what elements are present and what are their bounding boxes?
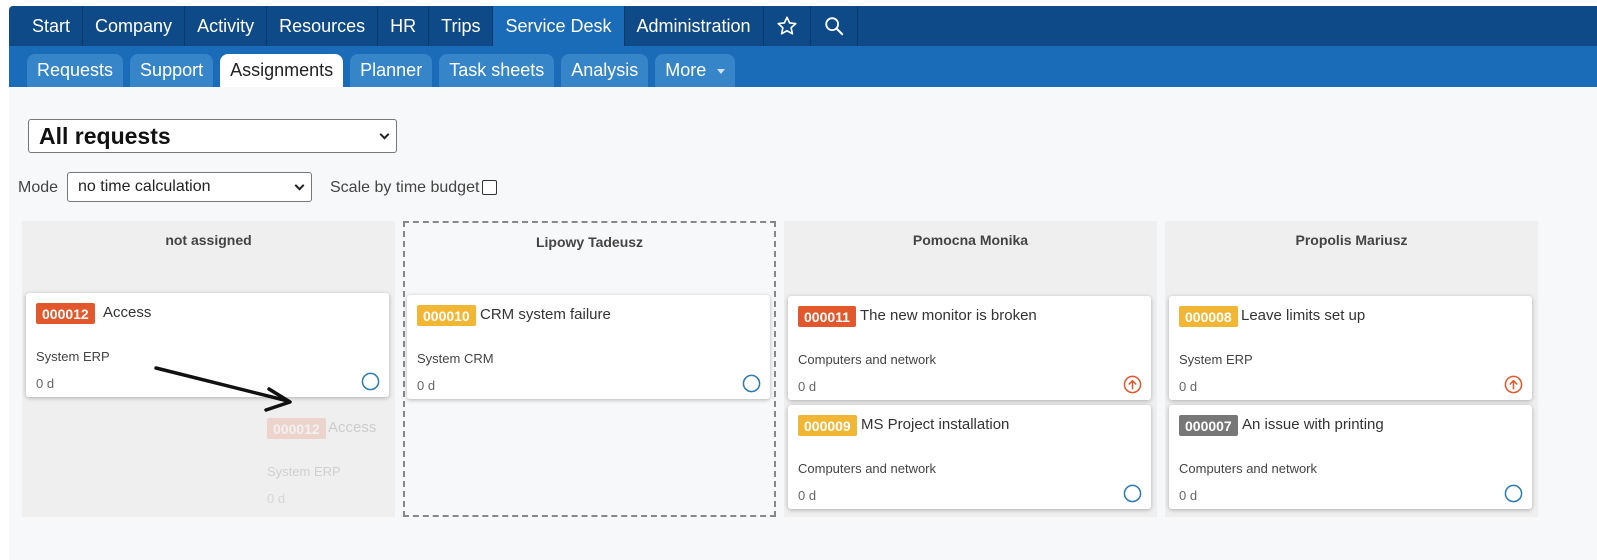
status-circle-icon xyxy=(1123,484,1142,503)
column-header: Lipowy Tadeusz xyxy=(535,234,644,250)
request-card[interactable]: 000007 An issue with printing Computers … xyxy=(1169,405,1532,509)
column-header: Propolis Mariusz xyxy=(1295,232,1408,248)
request-title: Access xyxy=(328,419,377,436)
request-title: Leave limits set up xyxy=(1241,307,1366,324)
request-duration: 0 d xyxy=(267,491,286,506)
request-duration: 0 d xyxy=(798,379,817,394)
tab-support[interactable]: Support xyxy=(130,54,214,87)
nav-trips[interactable]: Trips xyxy=(429,6,494,46)
request-card[interactable]: 000009 MS Project installation Computers… xyxy=(788,405,1151,509)
status-circle-icon xyxy=(742,374,761,393)
request-id-badge: 000009 xyxy=(798,415,857,436)
nav-hr[interactable]: HR xyxy=(378,6,430,46)
request-title: CRM system failure xyxy=(480,306,611,323)
nav-start[interactable]: Start xyxy=(9,6,84,46)
drag-arrow-icon xyxy=(154,366,292,412)
request-category: Computers and network xyxy=(798,352,937,367)
request-title: An issue with printing xyxy=(1242,416,1384,433)
request-id-badge: 000012 xyxy=(267,418,326,439)
nav-administration[interactable]: Administration xyxy=(625,6,764,46)
chevron-down-icon xyxy=(379,129,390,140)
nav-company[interactable]: Company xyxy=(83,6,186,46)
mode-select[interactable]: no time calculation xyxy=(67,172,312,202)
tab-requests[interactable]: Requests xyxy=(27,54,124,87)
request-id-badge: 000010 xyxy=(417,305,476,326)
request-duration: 0 d xyxy=(1179,488,1198,503)
request-id-badge: 000007 xyxy=(1179,415,1238,436)
tab-planner[interactable]: Planner xyxy=(350,54,433,87)
column-propolis-mariusz: Propolis Mariusz 000008 Leave limits set… xyxy=(1165,221,1538,517)
request-category: System CRM xyxy=(417,351,494,366)
column-pomocna-monika: Pomocna Monika 000011 The new monitor is… xyxy=(784,221,1157,517)
mode-value: no time calculation xyxy=(78,178,211,195)
column-header: not assigned xyxy=(165,232,252,248)
status-circle-icon xyxy=(361,372,380,391)
tab-more-label: More xyxy=(665,60,707,80)
request-id-badge: 000012 xyxy=(36,303,95,324)
request-card[interactable]: 000010 CRM system failure System CRM 0 d xyxy=(407,295,770,399)
nav-resources[interactable]: Resources xyxy=(267,6,379,46)
nav-activity[interactable]: Activity xyxy=(185,6,268,46)
scale-by-time-budget-checkbox[interactable] xyxy=(482,180,497,195)
chevron-down-icon xyxy=(717,69,726,74)
request-filter-select[interactable]: All requests xyxy=(28,119,397,153)
star-icon xyxy=(777,16,797,35)
request-category: Computers and network xyxy=(798,461,937,476)
favorites-button[interactable] xyxy=(764,6,811,46)
scale-by-time-budget-label: Scale by time budget xyxy=(330,179,480,196)
priority-up-icon xyxy=(1504,375,1523,394)
request-category: System ERP xyxy=(1179,352,1253,367)
main-navigation: Start Company Activity Resources HR Trip… xyxy=(9,6,1597,46)
request-category: Computers and network xyxy=(1179,461,1318,476)
tab-task-sheets[interactable]: Task sheets xyxy=(439,54,555,87)
request-duration: 0 d xyxy=(36,376,55,391)
nav-service-desk[interactable]: Service Desk xyxy=(493,6,625,46)
search-icon xyxy=(824,17,843,36)
sub-navigation: Requests Support Assignments Planner Tas… xyxy=(9,46,1597,87)
request-category: System ERP xyxy=(267,464,341,479)
status-circle-icon xyxy=(1504,484,1523,503)
request-filter-value: All requests xyxy=(39,122,171,149)
request-card[interactable]: 000008 Leave limits set up System ERP 0 … xyxy=(1169,296,1532,400)
request-card[interactable]: 000011 The new monitor is broken Compute… xyxy=(788,296,1151,400)
request-id-badge: 000008 xyxy=(1179,306,1238,327)
request-title: Access xyxy=(103,304,152,321)
request-duration: 0 d xyxy=(1179,379,1198,394)
request-title: MS Project installation xyxy=(861,416,1010,433)
app-window: Start Company Activity Resources HR Trip… xyxy=(9,6,1597,560)
column-header: Pomocna Monika xyxy=(912,232,1029,248)
tab-assignments[interactable]: Assignments xyxy=(220,54,344,87)
tab-analysis[interactable]: Analysis xyxy=(561,54,649,87)
dragged-card-ghost: 000012 Access System ERP 0 d xyxy=(257,408,620,512)
tab-more[interactable]: More xyxy=(655,54,736,87)
search-button[interactable] xyxy=(811,6,858,46)
request-category: System ERP xyxy=(36,349,110,364)
request-duration: 0 d xyxy=(417,378,436,393)
request-id-badge: 000011 xyxy=(798,306,856,327)
request-duration: 0 d xyxy=(798,488,817,503)
request-title: The new monitor is broken xyxy=(860,307,1037,324)
priority-up-icon xyxy=(1123,375,1142,394)
chevron-down-icon xyxy=(294,180,305,191)
mode-label: Mode xyxy=(18,179,59,196)
